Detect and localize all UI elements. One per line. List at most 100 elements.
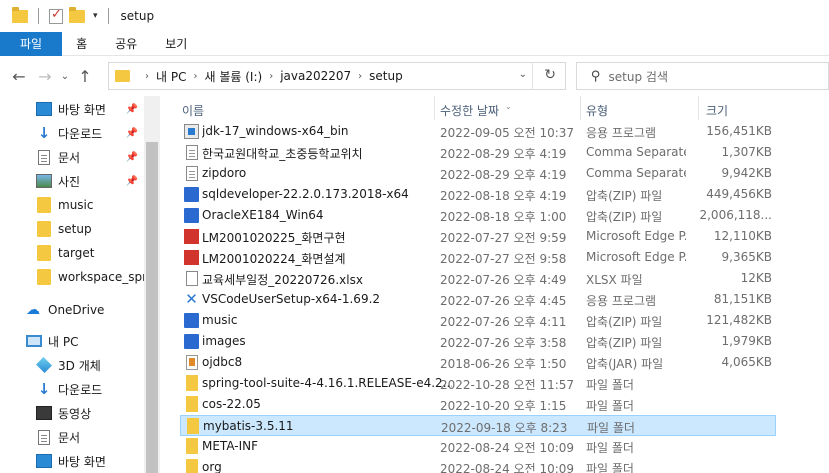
folder-icon <box>186 438 198 454</box>
breadcrumb-java202207[interactable]: java202207 <box>280 69 351 83</box>
file-name: sqldeveloper-22.2.0.173.2018-x64 <box>202 187 409 201</box>
title-bar: ▾ setup <box>0 0 829 32</box>
file-row[interactable]: META-INF 2022-08-24 오전 10:09 파일 폴더 <box>180 436 776 457</box>
search-input[interactable]: ⚲ setup 검색 <box>576 62 829 90</box>
refresh-icon[interactable]: ↻ <box>544 67 556 83</box>
nav-item-desktop-pinned[interactable]: 바탕 화면 📌 <box>0 97 144 121</box>
breadcrumb-volume[interactable]: 새 볼륨 (I:) <box>204 68 262 85</box>
file-date: 2022-07-26 오후 4:49 <box>440 273 567 287</box>
file-row-selected[interactable]: mybatis-3.5.11 2022-09-18 오후 8:23 파일 폴더 <box>180 415 776 436</box>
file-row[interactable]: jdk-17_windows-x64_bin 2022-09-05 오전 10:… <box>180 121 776 142</box>
ribbon-tabs: 파일 홈 공유 보기 <box>0 32 829 56</box>
file-row[interactable]: images 2022-07-26 오후 3:58 압축(ZIP) 파일 1,9… <box>180 331 776 352</box>
address-bar[interactable]: › 내 PC › 새 볼륨 (I:) › java202207 › setup … <box>108 62 566 90</box>
file-row[interactable]: sqldeveloper-22.2.0.173.2018-x64 2022-08… <box>180 184 776 205</box>
breadcrumb-this-pc[interactable]: 내 PC <box>156 68 186 85</box>
column-date-modified[interactable]: 수정한 날짜 <box>440 102 499 119</box>
file-row[interactable]: OracleXE184_Win64 2022-08-18 오후 1:00 압축(… <box>180 205 776 226</box>
up-arrow-icon[interactable]: ↑ <box>72 67 98 86</box>
nav-item-downloads-pinned[interactable]: ↓ 다운로드 📌 <box>0 121 144 145</box>
zip-icon <box>184 208 199 223</box>
folder-icon <box>12 6 28 23</box>
file-size: 4,065KB <box>721 355 772 369</box>
nav-item-label: OneDrive <box>48 303 105 317</box>
3d-objects-icon <box>36 357 52 373</box>
file-date: 2022-08-18 오후 4:19 <box>440 189 567 203</box>
column-type[interactable]: 유형 <box>586 102 608 119</box>
file-name: META-INF <box>202 439 259 453</box>
tab-share[interactable]: 공유 <box>101 32 151 56</box>
column-divider[interactable] <box>698 96 699 120</box>
file-name: org <box>202 460 222 473</box>
column-divider[interactable] <box>580 96 581 120</box>
file-date: 2022-07-26 오후 3:58 <box>440 336 567 350</box>
nav-scrollbar-thumb[interactable] <box>146 142 158 473</box>
nav-item-downloads[interactable]: ↓ 다운로드 <box>0 377 144 401</box>
nav-item-workspace-spring[interactable]: workspace_sprin <box>0 265 144 289</box>
nav-item-pictures-pinned[interactable]: 사진 📌 <box>0 169 144 193</box>
tab-view[interactable]: 보기 <box>151 32 201 56</box>
file-name: spring-tool-suite-4-4.16.1.RELEASE-e4.2.… <box>202 376 452 390</box>
chevron-right-icon[interactable]: › <box>358 71 362 82</box>
file-row[interactable]: cos-22.05 2022-10-20 오후 1:15 파일 폴더 <box>180 394 776 415</box>
nav-item-3d-objects[interactable]: 3D 개체 <box>0 353 144 377</box>
file-name: LM2001020225_화면구현 <box>202 231 346 245</box>
nav-item-label: target <box>58 246 95 260</box>
folder-icon <box>186 459 198 473</box>
zip-icon <box>184 313 199 328</box>
nav-item-setup[interactable]: setup <box>0 217 144 241</box>
file-row[interactable]: LM2001020224_화면설계 2022-07-27 오전 9:58 Mic… <box>180 247 776 268</box>
file-size: 156,451KB <box>706 124 772 138</box>
chevron-right-icon[interactable]: › <box>193 71 197 82</box>
back-arrow-icon[interactable]: ← <box>6 67 32 86</box>
nav-item-label: 바탕 화면 <box>58 102 106 117</box>
pin-icon: 📌 <box>125 127 138 139</box>
file-row[interactable]: zipdoro 2022-08-29 오후 4:19 Comma Separat… <box>180 163 776 184</box>
nav-item-music[interactable]: music <box>0 193 144 217</box>
vscode-icon: ✕ <box>185 290 198 308</box>
file-name: 교육세부일정_20220726.xlsx <box>202 273 363 287</box>
nav-item-videos[interactable]: 동영상 <box>0 401 144 425</box>
file-row[interactable]: spring-tool-suite-4-4.16.1.RELEASE-e4.2.… <box>180 373 776 394</box>
forward-arrow-icon[interactable]: → <box>32 67 58 86</box>
column-name[interactable]: 이름 <box>182 102 204 119</box>
tab-file[interactable]: 파일 <box>0 32 63 56</box>
file-type: 압축(ZIP) 파일 <box>586 210 663 224</box>
file-row[interactable]: org 2022-08-24 오전 10:09 파일 폴더 <box>180 457 776 473</box>
nav-item-onedrive[interactable]: ☁ OneDrive <box>0 298 144 322</box>
nav-item-this-pc[interactable]: 내 PC <box>0 329 144 353</box>
file-row[interactable]: ✕ VSCodeUserSetup-x64-1.69.2 2022-07-26 … <box>180 289 776 310</box>
file-type: Microsoft Edge P... <box>586 250 686 264</box>
breadcrumb-setup[interactable]: setup <box>369 69 403 83</box>
folder-icon <box>115 70 130 82</box>
nav-item-label: 문서 <box>58 430 81 445</box>
properties-icon[interactable] <box>49 7 63 24</box>
file-row[interactable]: 한국교원대학교_초중등학교위치 2022-08-29 오후 4:19 Comma… <box>180 142 776 163</box>
folder-icon <box>37 221 51 237</box>
cloud-icon: ☁ <box>26 302 40 318</box>
tab-home[interactable]: 홈 <box>62 32 101 56</box>
file-row[interactable]: ojdbc8 2018-06-26 오후 1:50 압축(JAR) 파일 4,0… <box>180 352 776 373</box>
nav-item-label: 다운로드 <box>58 382 103 397</box>
pin-icon: 📌 <box>125 103 138 115</box>
chevron-right-icon[interactable]: › <box>269 71 273 82</box>
desktop-icon <box>36 102 52 116</box>
chevron-right-icon[interactable]: › <box>145 71 149 82</box>
file-name: OracleXE184_Win64 <box>202 208 324 222</box>
xlsx-icon <box>186 271 198 286</box>
column-size[interactable]: 크기 <box>706 102 728 119</box>
file-row[interactable]: LM2001020225_화면구현 2022-07-27 오전 9:59 Mic… <box>180 226 776 247</box>
address-dropdown-icon[interactable]: ⌄ <box>519 69 527 80</box>
file-type: Microsoft Edge P... <box>586 229 686 243</box>
nav-item-target[interactable]: target <box>0 241 144 265</box>
nav-item-documents[interactable]: 문서 <box>0 425 144 449</box>
customize-toolbar-dropdown-icon[interactable]: ▾ <box>93 11 98 21</box>
column-divider[interactable] <box>434 96 435 120</box>
nav-item-desktop[interactable]: 바탕 화면 <box>0 449 144 473</box>
file-row[interactable]: music 2022-07-26 오후 4:11 압축(ZIP) 파일 121,… <box>180 310 776 331</box>
nav-item-label: 동영상 <box>58 406 92 421</box>
new-folder-icon[interactable] <box>69 6 85 23</box>
nav-item-documents-pinned[interactable]: 문서 📌 <box>0 145 144 169</box>
recent-locations-chevron-icon[interactable]: ⌄ <box>58 71 72 82</box>
file-row[interactable]: 교육세부일정_20220726.xlsx 2022-07-26 오후 4:49 … <box>180 268 776 289</box>
